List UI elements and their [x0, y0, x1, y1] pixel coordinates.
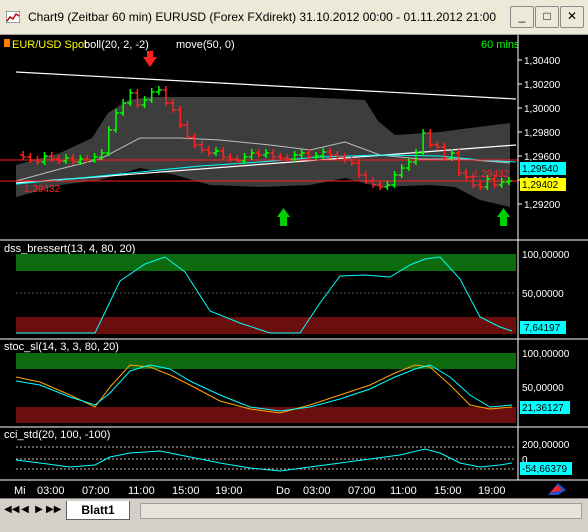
time-axis: Mi 03:00 07:00 11:00 15:00 19:00 Do 03:00 07:00 1… — [14, 485, 506, 497]
time-tick-label: 15:00 — [434, 485, 462, 497]
stoc-label: stoc_sl(14, 3, 3, 80, 20) — [4, 341, 119, 353]
time-tick-label: 11:00 — [390, 485, 417, 497]
prev-sheet-button[interactable]: ◀ — [18, 503, 32, 517]
stoc-tick-50: 50,00000 — [522, 383, 564, 394]
dss-label: dss_bressert(13, 4, 80, 20) — [4, 243, 135, 255]
legend-bollinger: boll(20, 2, -2) — [84, 39, 149, 51]
price-tick-label: 1,29200 — [524, 200, 561, 211]
dss-panel[interactable]: dss_bressert(13, 4, 80, 20) 100,00000 50… — [4, 240, 570, 339]
time-tick-label: 19:00 — [215, 485, 243, 497]
price-tick-label: 1,29600 — [524, 152, 561, 163]
title-bar: Chart9 (Zeitbar 60 min) EURUSD (Forex FX… — [0, 0, 588, 35]
chart-settings-icon[interactable] — [548, 483, 566, 495]
price-panel[interactable]: EUR/USD Spot boll(20, 2, -2) move(50, 0)… — [0, 35, 588, 240]
price-tick-label: 1,30200 — [524, 80, 561, 91]
time-tick-label: 15:00 — [172, 485, 200, 497]
stoc-tick-100: 100,00000 — [522, 349, 570, 360]
time-tick-label: 19:00 — [478, 485, 506, 497]
price-tick-label: 1,30000 — [524, 104, 561, 115]
time-tick-label: Do — [276, 485, 290, 497]
close-button[interactable]: ✕ — [560, 6, 584, 28]
dss-tick-100: 100,00000 — [522, 250, 570, 261]
legend-move: move(50, 0) — [176, 39, 235, 51]
time-tick-label: 07:00 — [82, 485, 110, 497]
stoc-value-text: 21,36127 — [522, 403, 564, 414]
dss-value-text: 7,64197 — [524, 323, 561, 334]
chart-window[interactable]: EUR/USD Spot boll(20, 2, -2) move(50, 0)… — [0, 35, 588, 498]
cci-label: cci_std(20, 100, -100) — [4, 429, 110, 441]
interval-label: 60 mins — [481, 39, 520, 51]
price-tick-label: 1,30400 — [524, 56, 561, 67]
minimize-button[interactable]: _ — [510, 6, 534, 28]
stoc-panel[interactable]: stoc_sl(14, 3, 3, 80, 20) 100,00000 50,0… — [4, 339, 570, 427]
sell-arrow-stem — [147, 51, 153, 58]
price-tick-label: 1,29800 — [524, 128, 561, 139]
cci-value-text: -54,66379 — [522, 464, 567, 475]
price-badge-cyan-text: 1,29540 — [522, 164, 559, 175]
legend-swatch — [4, 39, 10, 47]
sheet-bar: ◀◀ ◀ ▶ ▶▶ Blatt1 — [0, 498, 588, 532]
stoc-overbought-zone — [16, 353, 516, 369]
window-title: Chart9 (Zeitbar 60 min) EURUSD (Forex FX… — [28, 10, 497, 24]
time-tick-label: 11:00 — [128, 485, 155, 497]
hline-left-label: 1,29432 — [24, 184, 61, 195]
legend-symbol: EUR/USD Spot — [12, 39, 87, 51]
chart-window-icon — [6, 11, 20, 23]
horizontal-scrollbar[interactable] — [140, 503, 582, 519]
hline-right-label: 1,29432 — [473, 169, 510, 180]
next-sheet-button[interactable]: ▶ — [32, 503, 46, 517]
time-tick-label: 03:00 — [37, 485, 65, 497]
sheet-tab-blatt1[interactable]: Blatt1 — [66, 501, 130, 520]
cci-tick-200: 200,00000 — [522, 440, 570, 451]
cci-line — [15, 448, 513, 472]
dss-overbought-zone — [16, 254, 516, 271]
dss-tick-50: 50,00000 — [522, 289, 564, 300]
stoc-k-line — [15, 364, 513, 414]
maximize-button[interactable]: □ — [535, 6, 559, 28]
cci-panel[interactable]: cci_std(20, 100, -100) 200,00000 0 -54,6… — [4, 427, 572, 480]
last-sheet-button[interactable]: ▶▶ — [46, 503, 61, 517]
first-sheet-button[interactable]: ◀◀ — [4, 503, 19, 517]
time-tick-label: 03:00 — [303, 485, 331, 497]
time-tick-label: Mi — [14, 485, 26, 497]
price-badge-yellow-text: 1,29402 — [522, 180, 559, 191]
time-tick-label: 07:00 — [348, 485, 376, 497]
stoc-d-line — [15, 364, 513, 412]
